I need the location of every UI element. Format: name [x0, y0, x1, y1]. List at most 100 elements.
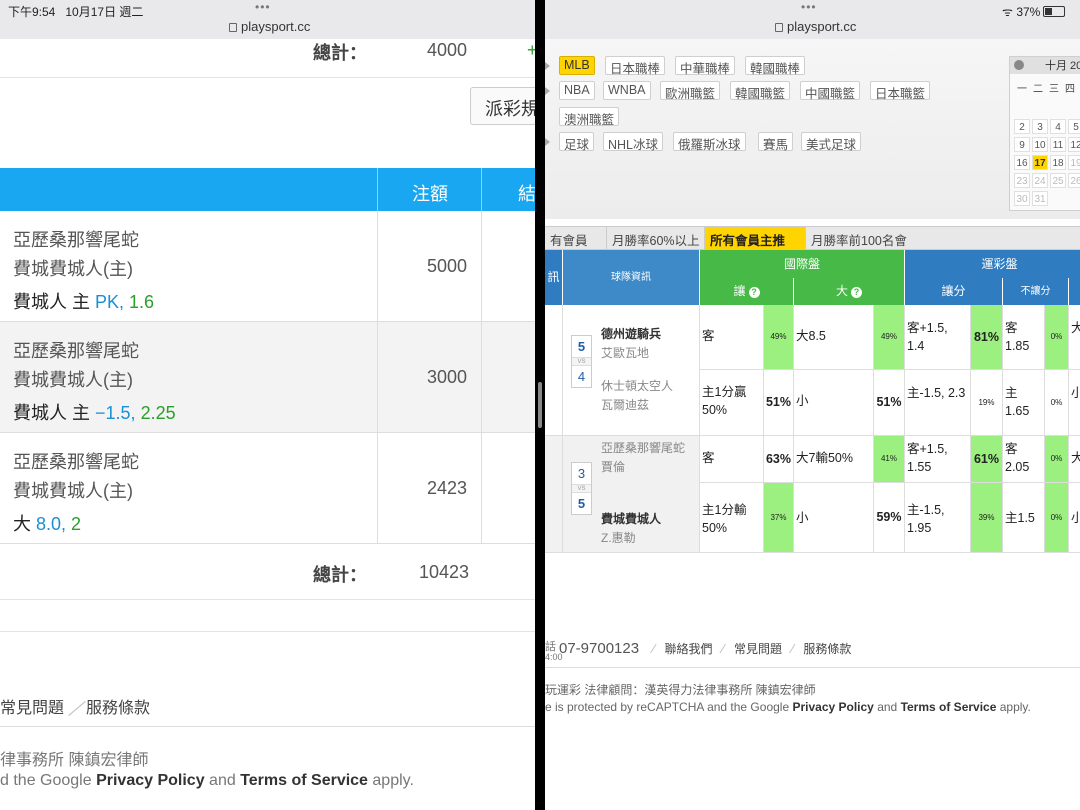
privacy-policy-link[interactable]: Privacy Policy: [96, 772, 205, 789]
calendar-day[interactable]: 11: [1050, 137, 1066, 152]
home-team[interactable]: 費城費城人: [601, 510, 661, 529]
sport-nhl[interactable]: NHL冰球: [603, 132, 664, 152]
no-handicap-pick[interactable]: 客 1.85: [1003, 305, 1045, 370]
away-team[interactable]: 德州遊騎兵: [601, 325, 661, 344]
tab-win-rate-60[interactable]: 月勝率60%以上: [607, 227, 705, 250]
no-handicap-pick[interactable]: 主1.5: [1003, 483, 1045, 553]
total-extra: +: [527, 40, 535, 60]
ou-pick[interactable]: 大7輸50%: [794, 436, 874, 483]
sport-cpbl[interactable]: 中華職棒: [675, 56, 736, 76]
ou-pick[interactable]: 大8.5: [794, 305, 874, 370]
sport-euro-basketball[interactable]: 歐洲職籃: [660, 81, 721, 101]
privacy-policy-link[interactable]: Privacy Policy: [792, 700, 873, 714]
legal-text: 律事務所 陳鎮宏律師: [0, 752, 149, 769]
faq-link[interactable]: 常見問題: [0, 700, 64, 717]
sport-wnba[interactable]: WNBA: [603, 81, 651, 100]
multitask-dots-icon[interactable]: •••: [255, 0, 271, 14]
calendar-day[interactable]: 3: [1032, 119, 1048, 134]
header-amount: 注額: [412, 184, 448, 204]
terms-link[interactable]: 服務條款: [803, 642, 851, 656]
calendar-day[interactable]: 19: [1068, 155, 1080, 170]
calendar-prev-icon[interactable]: [1014, 60, 1024, 70]
sport-khl[interactable]: 俄羅斯冰球: [673, 132, 746, 152]
away-pitcher: 艾歐瓦地: [601, 345, 650, 360]
extra-pick[interactable]: 小 1: [1069, 370, 1080, 436]
spread-pick[interactable]: 客: [700, 305, 764, 370]
ou-pick[interactable]: 小: [794, 370, 874, 436]
calendar-day[interactable]: 24: [1032, 173, 1048, 188]
sport-mlb[interactable]: MLB: [559, 56, 595, 75]
help-icon[interactable]: ?: [748, 287, 760, 298]
sport-kbl[interactable]: 韓國職籃: [730, 81, 791, 101]
help-icon[interactable]: ?: [851, 287, 862, 298]
lock-icon: [775, 23, 783, 32]
spread-pct: 37%: [764, 483, 794, 553]
battery-icon: [1043, 6, 1066, 17]
home-pitcher: Z.惠勒: [601, 530, 636, 545]
payout-rules-button[interactable]: 派彩規: [470, 87, 535, 125]
sport-bleague[interactable]: 日本職籃: [870, 81, 931, 101]
calendar-day[interactable]: 18: [1050, 155, 1066, 170]
away-team[interactable]: 亞歷桑那響尾蛇: [601, 439, 691, 458]
sport-nba[interactable]: NBA: [559, 81, 595, 100]
tab-members[interactable]: 有會員: [545, 227, 607, 250]
spread-pct: 49%: [764, 305, 794, 370]
calendar-day-today[interactable]: 17: [1032, 155, 1048, 170]
split-view-divider[interactable]: [535, 0, 545, 810]
terms-link[interactable]: 服務條款: [86, 700, 150, 717]
header-spread: 讓?: [700, 278, 794, 305]
sport-npb[interactable]: 日本職棒: [605, 56, 666, 76]
calendar-day[interactable]: 5: [1068, 119, 1080, 134]
multitask-dots-icon[interactable]: •••: [801, 0, 817, 14]
right-pane: ••• playsport.cc ᯤ 37% MLB 日本職棒 中華職棒 韓國職…: [545, 0, 1080, 810]
handicap-pick[interactable]: 主-1.5, 1.95: [905, 483, 971, 553]
ou-pick[interactable]: 小: [794, 483, 874, 553]
handicap-pick[interactable]: 主-1.5, 2.3: [905, 370, 971, 436]
address-bar[interactable]: playsport.cc: [229, 19, 310, 34]
ou-pct: 51%: [874, 370, 905, 436]
calendar-day[interactable]: 4: [1050, 119, 1066, 134]
spread-pct: 63%: [764, 436, 794, 483]
sport-soccer[interactable]: 足球: [559, 132, 595, 152]
calendar-day[interactable]: 9: [1014, 137, 1030, 152]
contact-us-link[interactable]: 聯絡我們: [665, 642, 713, 656]
no-handicap-pick[interactable]: 客 2.05: [1003, 436, 1045, 483]
tab-top-100[interactable]: 月勝率前100名會: [806, 227, 910, 250]
calendar-day[interactable]: 25: [1050, 173, 1066, 188]
member-filter-tabs: 有會員 月勝率60%以上 所有會員主推 月勝率前100名會: [545, 226, 1080, 250]
sport-nfl[interactable]: 美式足球: [801, 132, 862, 152]
terms-of-service-link[interactable]: Terms of Service: [240, 772, 368, 789]
pick: 大 8.0, 2: [13, 514, 82, 534]
spread-pick[interactable]: 客: [700, 436, 764, 483]
calendar-day[interactable]: 2: [1014, 119, 1030, 134]
calendar-day[interactable]: 31: [1032, 191, 1048, 206]
sport-kbo[interactable]: 韓國職棒: [745, 56, 806, 76]
spread-pick[interactable]: 主1分輸 50%: [700, 483, 764, 553]
header-over-under: 大?: [794, 278, 905, 305]
no-handicap-pick[interactable]: 主 1.65: [1003, 370, 1045, 436]
home-team[interactable]: 休士頓太空人: [601, 377, 673, 396]
sport-horse-racing[interactable]: 賽馬: [758, 132, 794, 152]
calendar-day[interactable]: 10: [1032, 137, 1048, 152]
faq-link[interactable]: 常見問題: [734, 642, 782, 656]
address-bar[interactable]: playsport.cc: [775, 19, 856, 34]
split-handle-icon[interactable]: [538, 382, 542, 428]
handicap-pick[interactable]: 客+1.5, 1.55: [905, 436, 971, 483]
phone-number[interactable]: 07-9700123: [559, 640, 639, 657]
sport-nbl[interactable]: 澳洲職籃: [559, 107, 620, 127]
extra-pick[interactable]: 大 1: [1069, 305, 1080, 370]
calendar-day[interactable]: 30: [1014, 191, 1030, 206]
sport-cba[interactable]: 中國職籃: [800, 81, 861, 101]
calendar-day[interactable]: 12: [1068, 137, 1080, 152]
tab-all-members-picks[interactable]: 所有會員主推: [705, 227, 806, 250]
terms-of-service-link[interactable]: Terms of Service: [901, 700, 997, 714]
calendar-day[interactable]: 16: [1014, 155, 1030, 170]
wifi-icon: ᯤ: [1002, 5, 1013, 19]
extra-pick[interactable]: 小: [1069, 483, 1080, 553]
spread-pick[interactable]: 主1分贏 50%: [700, 370, 764, 436]
bet-amount: 5000: [427, 256, 468, 276]
handicap-pick[interactable]: 客+1.5, 1.4: [905, 305, 971, 370]
calendar-day[interactable]: 26: [1068, 173, 1080, 188]
calendar-day[interactable]: 23: [1014, 173, 1030, 188]
extra-pick[interactable]: 大: [1069, 436, 1080, 483]
